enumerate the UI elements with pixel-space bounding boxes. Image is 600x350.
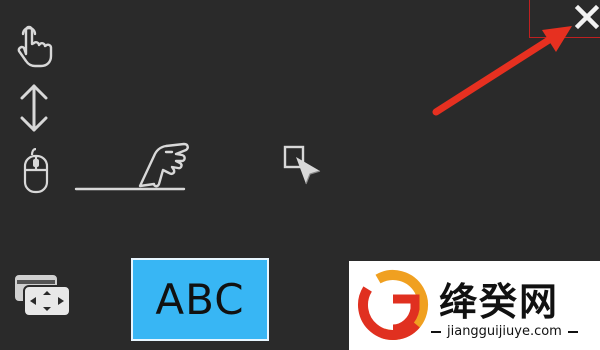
pointer-select-icon[interactable] bbox=[282, 144, 324, 188]
screen-switch-icon[interactable] bbox=[12, 272, 72, 318]
watermark-url-text: jiangguijiuye.com bbox=[447, 324, 562, 339]
vertical-scroll-icon[interactable] bbox=[14, 82, 54, 134]
swipe-touch-icon[interactable] bbox=[74, 140, 192, 194]
keyboard-abc-button[interactable]: ABC bbox=[131, 258, 269, 341]
watermark-panel: 绛癸网 jiangguijiuye.com bbox=[349, 261, 600, 350]
mouse-icon[interactable] bbox=[22, 148, 50, 194]
touch-tap-icon[interactable] bbox=[10, 22, 54, 68]
watermark-brand: 绛癸网 bbox=[439, 280, 560, 324]
watermark-url: jiangguijiuye.com bbox=[431, 324, 578, 339]
logo-mark-icon bbox=[358, 270, 428, 340]
red-arrow-annotation bbox=[432, 26, 572, 116]
